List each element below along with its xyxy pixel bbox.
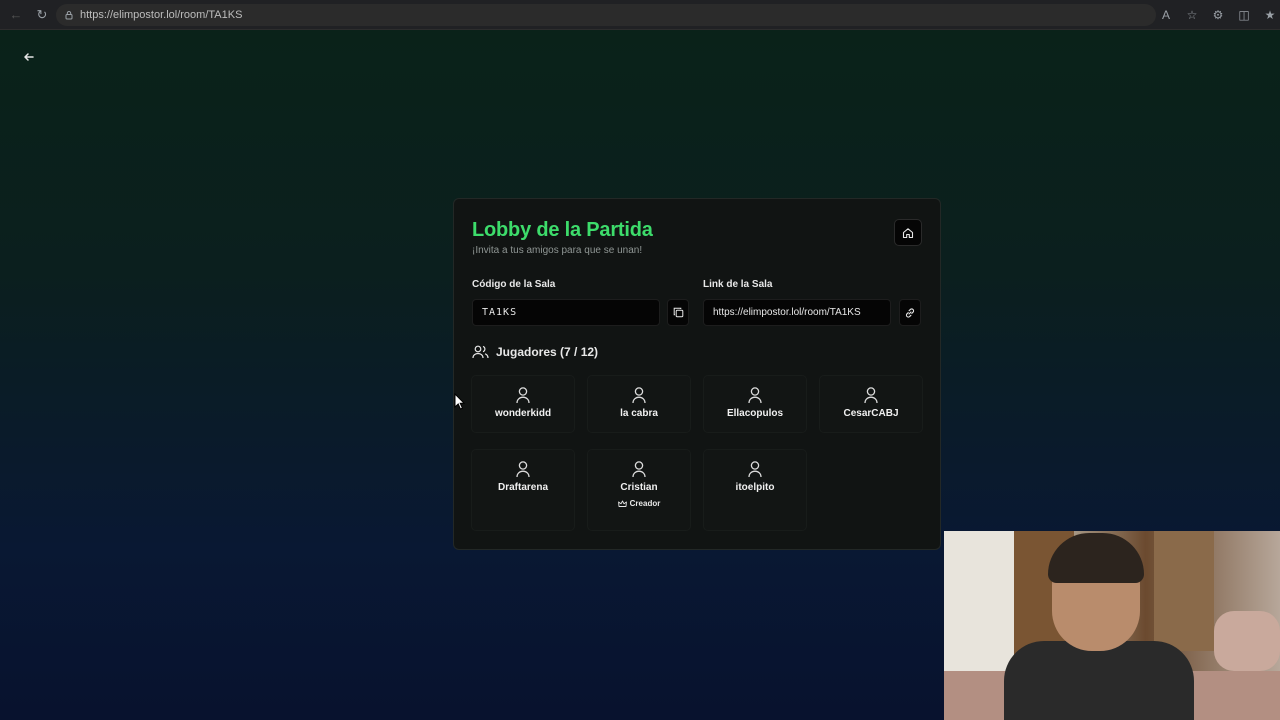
player-tile: CesarCABJ bbox=[819, 375, 923, 433]
address-bar[interactable]: https://elimpostor.lol/room/TA1KS bbox=[56, 4, 1156, 26]
read-aloud-icon[interactable]: A bbox=[1156, 5, 1176, 25]
copy-icon bbox=[673, 307, 683, 318]
webcam-person-body bbox=[1004, 641, 1194, 720]
extensions-icon[interactable]: ⚙ bbox=[1208, 5, 1228, 25]
player-tile: Draftarena bbox=[471, 449, 575, 531]
player-tile: la cabra bbox=[587, 375, 691, 433]
player-name: CesarCABJ bbox=[843, 408, 899, 419]
room-link-field: https://elimpostor.lol/room/TA1KS bbox=[703, 299, 891, 326]
back-arrow-icon[interactable] bbox=[20, 48, 38, 66]
webcam-overlay bbox=[944, 531, 1280, 720]
creator-badge-label: Creador bbox=[629, 499, 661, 508]
webcam-pillow bbox=[1214, 611, 1280, 671]
back-icon[interactable]: ← bbox=[6, 5, 26, 25]
user-icon bbox=[864, 387, 878, 404]
lobby-subtitle: ¡Invita a tus amigos para que se unan! bbox=[472, 245, 643, 256]
lobby-title: Lobby de la Partida bbox=[472, 219, 653, 241]
players-header: Jugadores (7 / 12) bbox=[472, 345, 598, 359]
player-tile: Cristian Creador bbox=[587, 449, 691, 531]
room-link-label: Link de la Sala bbox=[703, 279, 773, 290]
user-icon bbox=[632, 387, 646, 404]
lobby-card: Lobby de la Partida ¡Invita a tus amigos… bbox=[453, 198, 941, 550]
room-code-field: TA1KS bbox=[472, 299, 660, 326]
players-count-text: Jugadores (7 / 12) bbox=[496, 345, 599, 359]
copy-link-button[interactable] bbox=[899, 299, 921, 326]
home-button[interactable] bbox=[894, 219, 922, 246]
player-name: wonderkidd bbox=[494, 408, 552, 419]
mouse-cursor-icon bbox=[454, 393, 466, 410]
room-code-label: Código de la Sala bbox=[472, 279, 556, 290]
player-name: la cabra bbox=[620, 408, 658, 419]
url-text: https://elimpostor.lol/room/TA1KS bbox=[80, 9, 243, 21]
player-name: Ellacopulos bbox=[726, 408, 784, 419]
favorites-icon[interactable]: ★ bbox=[1260, 5, 1280, 25]
user-icon bbox=[632, 461, 646, 478]
creator-badge: Creador bbox=[617, 499, 661, 508]
user-icon bbox=[748, 387, 762, 404]
player-name: itoelpito bbox=[735, 482, 775, 493]
player-tile: Ellacopulos bbox=[703, 375, 807, 433]
player-name: Draftarena bbox=[497, 482, 549, 493]
link-icon bbox=[905, 307, 915, 318]
home-icon bbox=[902, 227, 914, 238]
user-icon bbox=[748, 461, 762, 478]
reload-icon[interactable]: ↻ bbox=[32, 5, 52, 25]
player-tile: itoelpito bbox=[703, 449, 807, 531]
favorite-star-icon[interactable]: ☆ bbox=[1182, 5, 1202, 25]
user-icon bbox=[516, 387, 530, 404]
player-name: Cristian bbox=[620, 482, 658, 493]
copy-code-button[interactable] bbox=[667, 299, 689, 326]
player-tile: wonderkidd bbox=[471, 375, 575, 433]
user-icon bbox=[516, 461, 530, 478]
site-info-icon[interactable] bbox=[64, 10, 74, 20]
browser-toolbar: ← ↻ https://elimpostor.lol/room/TA1KS A … bbox=[0, 0, 1280, 30]
webcam-window bbox=[1154, 531, 1214, 651]
users-icon bbox=[472, 345, 489, 359]
crown-icon bbox=[617, 500, 627, 507]
split-screen-icon[interactable]: ◫ bbox=[1234, 5, 1254, 25]
